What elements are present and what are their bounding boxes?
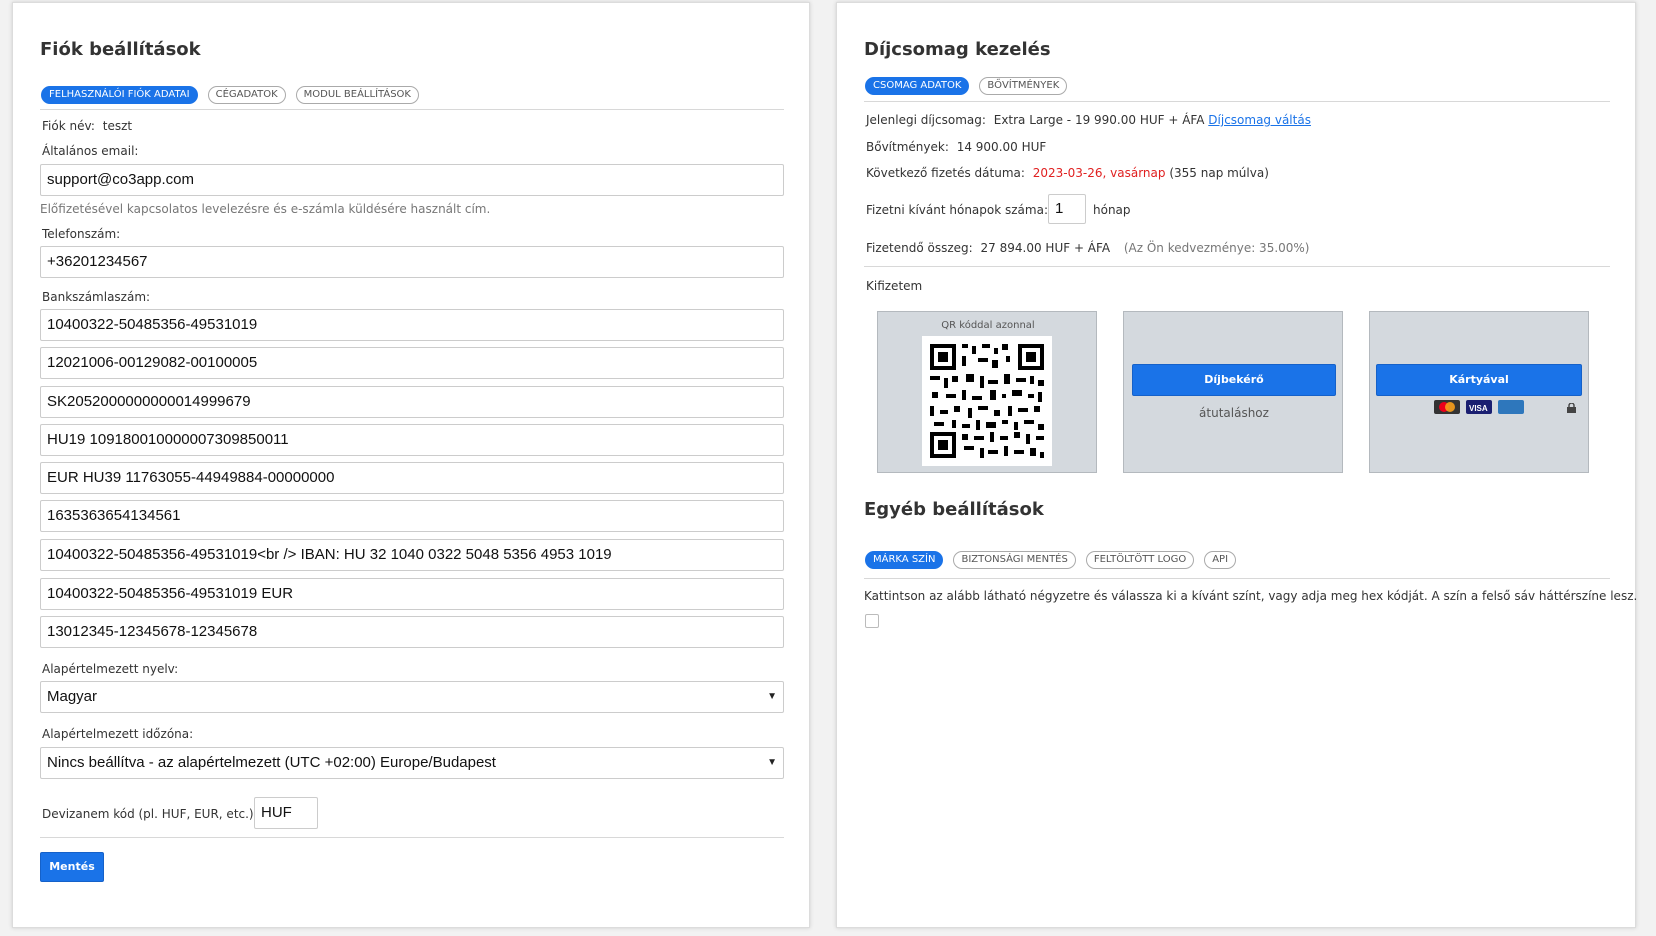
- bank-account-field[interactable]: 10400322-50485356-49531019 EUR: [40, 578, 784, 610]
- bank-account-field[interactable]: 13012345-12345678-12345678: [40, 616, 784, 648]
- qr-code-icon: [922, 336, 1052, 466]
- qr-caption: QR kóddal azonnal: [941, 320, 1035, 331]
- account-settings-panel: Fiók beállítások FELHASZNÁLÓI FIÓK ADATA…: [12, 2, 810, 928]
- addons-value: 14 900.00 HUF: [956, 140, 1047, 154]
- tab-extensions[interactable]: BŐVÍTMÉNYEK: [979, 77, 1068, 95]
- current-plan-label: Jelenlegi díjcsomag:: [866, 113, 986, 127]
- tab-module-settings[interactable]: MODUL BEÁLLÍTÁSOK: [295, 86, 419, 104]
- pay-label: Kifizetem: [866, 279, 923, 293]
- svg-text:VISA: VISA: [1469, 404, 1488, 413]
- plan-tabs: CSOMAG ADATOK BŐVÍTMÉNYEK: [865, 77, 1068, 95]
- invoice-payment-card: Díjbekérő átutaláshoz: [1123, 311, 1343, 473]
- bank-account-label: Bankszámlaszám:: [42, 290, 151, 304]
- color-picker-swatch[interactable]: [865, 614, 879, 628]
- divider: [864, 578, 1610, 579]
- bank-account-field[interactable]: EUR HU39 11763055-44949884-00000000: [40, 462, 784, 494]
- visa-icon: VISA: [1465, 400, 1492, 414]
- card-brands: VISA: [1434, 400, 1526, 417]
- other-settings-title: Egyéb beállítások: [864, 499, 1044, 520]
- divider: [40, 109, 784, 110]
- tab-backup[interactable]: BIZTONSÁGI MENTÉS: [953, 551, 1076, 569]
- next-payment-date: 2023-03-26, vasárnap: [1032, 166, 1166, 180]
- bank-account-field[interactable]: 10400322-50485356-49531019<br /> IBAN: H…: [40, 539, 784, 571]
- tab-brand-color[interactable]: MÁRKA SZÍN: [865, 551, 944, 569]
- total-label: Fizetendő összeg:: [866, 241, 973, 255]
- plan-management-panel: Díjcsomag kezelés CSOMAG ADATOK BŐVÍTMÉN…: [836, 2, 1638, 928]
- caret-down-icon: ▼: [767, 757, 777, 768]
- bank-account-field[interactable]: 1635363654134561: [40, 500, 784, 532]
- timezone-select[interactable]: Nincs beállítva - az alapértelmezett (UT…: [40, 747, 784, 779]
- months-label: Fizetni kívánt hónapok száma:: [866, 203, 1048, 217]
- email-label: Általános email:: [42, 144, 139, 158]
- next-payment-label: Következő fizetés dátuma:: [866, 166, 1025, 180]
- bank-account-field[interactable]: 12021006-00129082-00100005: [40, 347, 784, 379]
- timezone-value: Nincs beállítva - az alapértelmezett (UT…: [47, 754, 496, 771]
- divider: [864, 266, 1610, 267]
- other-settings-tabs: MÁRKA SZÍN BIZTONSÁGI MENTÉS FELTÖLTÖTT …: [865, 551, 1237, 569]
- account-tabs: FELHASZNÁLÓI FIÓK ADATAI CÉGADATOK MODUL…: [41, 86, 419, 104]
- language-label: Alapértelmezett nyelv:: [42, 662, 179, 676]
- invoice-note: átutaláshoz: [1199, 406, 1269, 420]
- account-name-label: Fiók név:: [42, 119, 95, 133]
- card-payment-card: Kártyával VISA: [1369, 311, 1589, 473]
- timezone-label: Alapértelmezett időzóna:: [42, 727, 194, 741]
- qr-payment-card[interactable]: QR kóddal azonnal: [877, 311, 1097, 473]
- american-express-icon: [1497, 400, 1524, 414]
- caret-down-icon: ▼: [767, 691, 777, 702]
- currency-label: Devizanem kód (pl. HUF, EUR, etc.):: [42, 807, 258, 821]
- months-unit: hónap: [1093, 203, 1131, 217]
- account-settings-title: Fiók beállítások: [40, 39, 201, 60]
- months-field[interactable]: 1: [1048, 194, 1086, 224]
- next-payment-row: Következő fizetés dátuma: 2023-03-26, va…: [866, 166, 1269, 180]
- discount-note: (Az Ön kedvezménye: 35.00%): [1123, 241, 1310, 255]
- account-name: Fiók név: teszt: [42, 119, 132, 133]
- email-help-text: Előfizetésével kapcsolatos levelezésre é…: [40, 202, 491, 216]
- save-button[interactable]: Mentés: [40, 852, 104, 882]
- card-pay-button[interactable]: Kártyával: [1376, 364, 1582, 396]
- tab-user-account[interactable]: FELHASZNÁLÓI FIÓK ADATAI: [41, 86, 198, 104]
- divider: [40, 837, 784, 838]
- tab-plan-data[interactable]: CSOMAG ADATOK: [865, 77, 970, 95]
- color-help-text: Kattintson az alább látható négyzetre és…: [864, 589, 1638, 603]
- total-value: 27 894.00 HUF + ÁFA: [980, 241, 1111, 255]
- account-name-value: teszt: [102, 119, 133, 133]
- divider: [864, 101, 1610, 102]
- language-select[interactable]: Magyar ▼: [40, 681, 784, 713]
- current-plan-row: Jelenlegi díjcsomag: Extra Large - 19 99…: [866, 113, 1311, 127]
- bank-account-field[interactable]: SK2052000000000014999679: [40, 386, 784, 418]
- tab-company-data[interactable]: CÉGADATOK: [207, 86, 286, 104]
- addons-row: Bővítmények: 14 900.00 HUF: [866, 140, 1046, 154]
- next-payment-note: (355 nap múlva): [1169, 166, 1269, 180]
- lock-icon: [1567, 402, 1576, 413]
- phone-field[interactable]: +36201234567: [40, 246, 784, 278]
- current-plan-value: Extra Large - 19 990.00 HUF + ÁFA: [993, 113, 1205, 127]
- tab-uploaded-logo[interactable]: FELTÖLTÖTT LOGO: [1085, 551, 1195, 569]
- tab-api[interactable]: API: [1204, 551, 1237, 569]
- phone-label: Telefonszám:: [42, 227, 121, 241]
- language-value: Magyar: [47, 688, 98, 705]
- mastercard-icon: [1434, 400, 1460, 414]
- invoice-button[interactable]: Díjbekérő: [1132, 364, 1336, 396]
- email-field[interactable]: support@co3app.com: [40, 164, 784, 196]
- total-row: Fizetendő összeg: 27 894.00 HUF + ÁFA (A…: [866, 241, 1310, 255]
- plan-management-title: Díjcsomag kezelés: [864, 39, 1051, 60]
- currency-field[interactable]: HUF: [254, 797, 318, 829]
- bank-account-field[interactable]: 10400322-50485356-49531019: [40, 309, 784, 341]
- change-plan-link[interactable]: Díjcsomag váltás: [1208, 113, 1311, 127]
- addons-label: Bővítmények:: [866, 140, 949, 154]
- bank-account-field[interactable]: HU19 10918001000000730985001​1: [40, 424, 784, 456]
